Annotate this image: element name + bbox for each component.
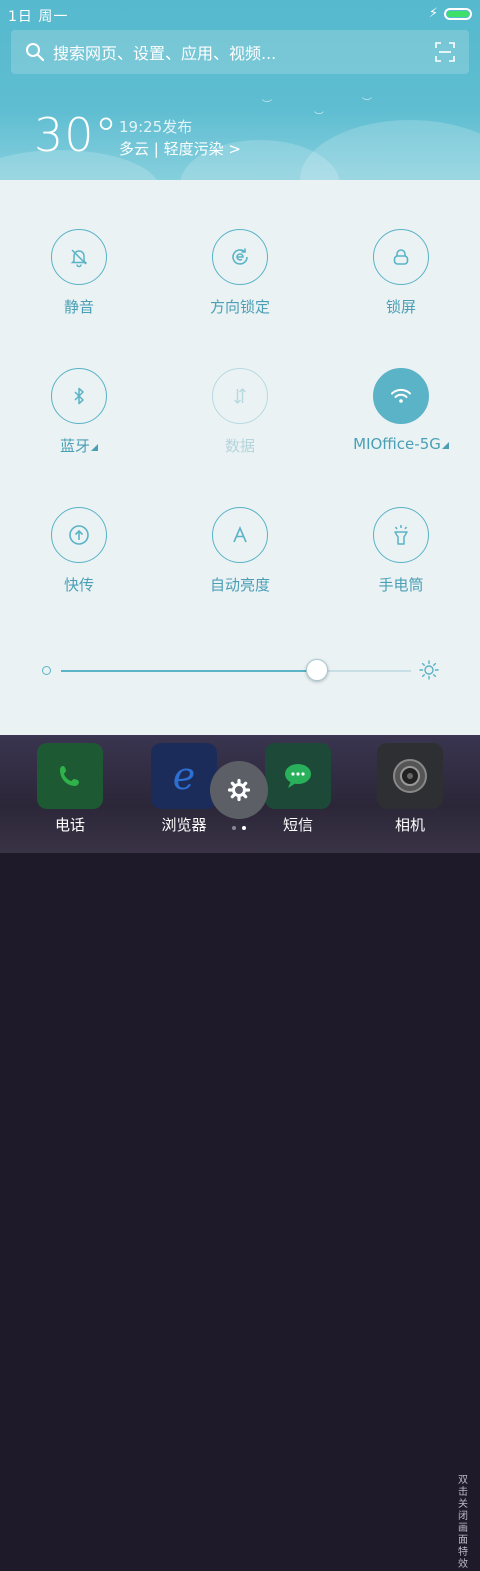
bluetooth-icon [74, 387, 84, 405]
app-phone[interactable]: 电话 [25, 735, 115, 835]
bird-decoration: ︶ [314, 112, 324, 123]
mobile-data-icon [233, 387, 247, 405]
toggle-wifi[interactable]: MIOffice-5G [341, 368, 461, 453]
search-bar[interactable]: 搜索网页、设置、应用、视频... [11, 30, 469, 74]
message-icon[interactable] [265, 743, 331, 809]
camera-glyph [393, 759, 427, 793]
notification-header: ︶ ︶ ︶ 1日 周一 ⚡ 搜索网页、设置、应用、视频... 30° 19:25… [0, 0, 480, 180]
flashlight-icon [394, 525, 408, 545]
bird-decoration: ︶ [362, 98, 372, 109]
toggle-label: 方向锁定 [209, 298, 270, 316]
toggle-flashlight-circle[interactable] [373, 507, 429, 563]
weather-publish-time: 19:25发布 [119, 118, 193, 136]
toggle-label: 数据 [224, 437, 255, 455]
toggle-mute-circle[interactable] [51, 229, 107, 285]
app-label: 短信 [282, 816, 313, 834]
brightness-high-icon [419, 660, 439, 680]
toggle-label: 蓝牙 [59, 437, 90, 455]
page-indicator [232, 826, 246, 830]
gear-icon [227, 778, 251, 802]
scan-icon[interactable] [435, 42, 455, 62]
auto-brightness-icon [233, 525, 247, 543]
toggle-auto-brightness[interactable]: 自动亮度 [180, 507, 300, 595]
toggle-lock-screen[interactable]: 锁屏 [341, 229, 461, 317]
page-dot [232, 826, 236, 830]
app-camera[interactable]: 相机 [365, 735, 455, 835]
page-dot-active [242, 826, 246, 830]
battery-icon [444, 7, 472, 20]
toggle-wifi-circle[interactable] [373, 368, 429, 424]
toggle-label: MIOffice-5G [353, 435, 441, 453]
app-label: 电话 [54, 816, 85, 834]
submenu-indicator [441, 442, 449, 449]
browser-icon[interactable]: e [151, 743, 217, 809]
temperature[interactable]: 30° [34, 108, 119, 162]
rotation-lock-icon [232, 248, 248, 265]
settings-button[interactable] [210, 761, 268, 819]
submenu-indicator [91, 444, 98, 451]
phone-glyph [60, 766, 79, 786]
quick-settings-panel: 静音 方向锁定 锁屏 蓝牙 数据 MIOffice-5G 快传 自动亮度 手电筒 [0, 180, 480, 735]
lock-icon [393, 249, 409, 265]
toggle-bluetooth[interactable]: 蓝牙 [19, 368, 139, 456]
browser-glyph: e [172, 754, 196, 798]
toggle-label: 手电筒 [378, 576, 424, 594]
wifi-icon [391, 388, 411, 403]
status-right: ⚡ [429, 6, 472, 21]
toggle-label: 自动亮度 [209, 576, 270, 594]
phone-icon[interactable] [37, 743, 103, 809]
toggle-label: 静音 [63, 298, 94, 316]
brightness-slider[interactable] [61, 659, 411, 681]
search-icon [26, 43, 45, 62]
message-glyph [285, 764, 311, 788]
battery-level [447, 10, 469, 17]
side-hint-text: 双击关闭画面特效 [458, 1475, 468, 1570]
app-label: 浏览器 [161, 816, 207, 834]
transfer-icon [69, 525, 89, 545]
toggle-mute[interactable]: 静音 [19, 229, 139, 317]
toggle-flashlight[interactable]: 手电筒 [341, 507, 461, 595]
search-placeholder: 搜索网页、设置、应用、视频... [53, 44, 277, 63]
brightness-thumb[interactable] [305, 659, 328, 681]
toggle-label: 快传 [63, 576, 94, 594]
toggle-label-row: MIOffice-5G [321, 435, 480, 453]
toggle-quick-transfer-circle[interactable] [51, 507, 107, 563]
toggle-quick-transfer[interactable]: 快传 [19, 507, 139, 595]
bird-decoration: ︶ [262, 100, 272, 111]
status-date: 1日 周一 [8, 9, 69, 25]
toggle-lock-screen-circle[interactable] [373, 229, 429, 285]
brightness-fill [61, 670, 317, 672]
bolt-icon: ⚡ [428, 6, 438, 21]
toggle-label: 锁屏 [385, 298, 416, 316]
toggle-bluetooth-circle[interactable] [51, 368, 107, 424]
toggle-mobile-data-circle[interactable] [212, 368, 268, 424]
toggle-label-row: 蓝牙 [19, 435, 139, 456]
weather-condition[interactable]: 多云 | 轻度污染 > [119, 138, 241, 159]
app-label: 相机 [394, 816, 425, 834]
brightness-low-icon [42, 666, 51, 675]
toggle-rotation-lock-circle[interactable] [212, 229, 268, 285]
toggle-auto-brightness-circle[interactable] [212, 507, 268, 563]
camera-icon[interactable] [377, 743, 443, 809]
toggle-mobile-data[interactable]: 数据 [180, 368, 300, 456]
bell-off-icon [70, 249, 88, 268]
toggle-rotation-lock[interactable]: 方向锁定 [180, 229, 300, 317]
